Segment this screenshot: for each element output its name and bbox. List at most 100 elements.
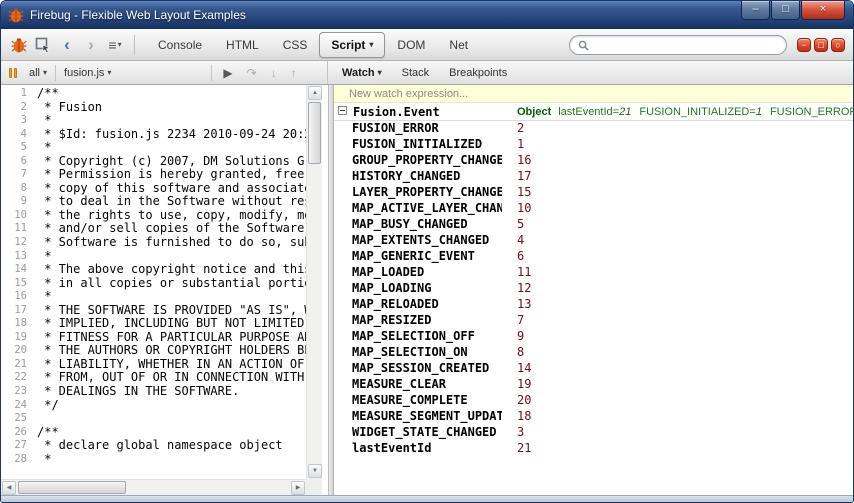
- line-number-gutter[interactable]: 19: [1, 331, 27, 345]
- window-minimize-button[interactable]: –: [741, 1, 770, 20]
- watch-member-row[interactable]: MAP_ACTIVE_LAYER_CHANGED 10: [334, 201, 853, 217]
- source-line: 22 * FROM, OUT OF OR IN CONNECTION WITH …: [1, 371, 306, 385]
- line-number-gutter[interactable]: 25: [1, 412, 27, 426]
- step-over-button[interactable]: ↷: [240, 66, 264, 80]
- watch-member-row[interactable]: MAP_BUSY_CHANGED 5: [334, 217, 853, 233]
- watch-member-row[interactable]: MAP_LOADING 12: [334, 281, 853, 297]
- watch-member-row[interactable]: MAP_SELECTION_ON 8: [334, 345, 853, 361]
- object-summary: ObjectlastEventId21FUSION_INITIALIZED1FU…: [517, 103, 853, 121]
- watch-member-row[interactable]: MEASURE_SEGMENT_UPDATE 18: [334, 409, 853, 425]
- line-number-gutter[interactable]: 20: [1, 344, 27, 358]
- watch-member-row[interactable]: MEASURE_CLEAR 19: [334, 377, 853, 393]
- watch-member-row[interactable]: MAP_SELECTION_OFF 9: [334, 329, 853, 345]
- watch-member-row[interactable]: MAP_RESIZED 7: [334, 313, 853, 329]
- step-into-button[interactable]: ↓: [264, 66, 284, 80]
- horizontal-scroll-thumb[interactable]: [18, 481, 126, 494]
- watch-member-row[interactable]: MEASURE_COMPLETE 20: [334, 393, 853, 409]
- line-number-gutter[interactable]: 16: [1, 290, 27, 304]
- line-number-gutter[interactable]: 9: [1, 195, 27, 209]
- line-number-gutter[interactable]: 27: [1, 439, 27, 453]
- line-number-gutter[interactable]: 3: [1, 114, 27, 128]
- line-number-gutter[interactable]: 17: [1, 304, 27, 318]
- member-value: 10: [517, 201, 532, 215]
- panel-tab[interactable]: DOM: [385, 32, 437, 58]
- pause-icon: [14, 67, 17, 78]
- panel-tab[interactable]: Net: [437, 32, 480, 58]
- vertical-scroll-thumb[interactable]: [308, 102, 321, 164]
- line-number-gutter[interactable]: 8: [1, 182, 27, 196]
- member-value: 11: [517, 265, 532, 279]
- break-on-next-button[interactable]: [9, 67, 17, 78]
- watch-member-row[interactable]: MAP_LOADED 11: [334, 265, 853, 281]
- side-tab[interactable]: Watch ▾: [342, 67, 382, 79]
- vertical-scrollbar[interactable]: ▲ ▼: [306, 85, 322, 479]
- line-number-gutter[interactable]: 7: [1, 168, 27, 182]
- line-number-gutter[interactable]: 15: [1, 277, 27, 291]
- line-number-gutter[interactable]: 1: [1, 87, 27, 101]
- watch-member-row[interactable]: MAP_SESSION_CREATED 14: [334, 361, 853, 377]
- script-file-dropdown[interactable]: fusion.js ▾: [60, 65, 115, 81]
- member-value: 7: [517, 313, 525, 327]
- line-number-gutter[interactable]: 13: [1, 250, 27, 264]
- collapse-icon[interactable]: [338, 106, 347, 115]
- watch-member-row[interactable]: MAP_RELOADED 13: [334, 297, 853, 313]
- line-number-gutter[interactable]: 11: [1, 222, 27, 236]
- new-watch-expression-field[interactable]: New watch expression...: [334, 85, 853, 103]
- watch-member-row[interactable]: WIDGET_STATE_CHANGED 3: [334, 425, 853, 441]
- window-maximize-button[interactable]: □: [771, 1, 800, 20]
- menu-icon: ≡: [108, 36, 117, 53]
- step-out-button[interactable]: ↑: [284, 66, 304, 80]
- side-tab[interactable]: Stack: [402, 67, 430, 79]
- panel-list-button[interactable]: ≡ ▾: [103, 33, 127, 57]
- line-number-gutter[interactable]: 12: [1, 236, 27, 250]
- watch-object-row[interactable]: Fusion.Event Object lastEventId21 FUSION_I…: [334, 103, 853, 121]
- scroll-right-button[interactable]: ▶: [291, 481, 305, 495]
- watch-member-row[interactable]: FUSION_ERROR 2: [334, 121, 853, 137]
- line-number-gutter[interactable]: 2: [1, 101, 27, 115]
- watch-member-row[interactable]: FUSION_INITIALIZED 1: [334, 137, 853, 153]
- line-number-gutter[interactable]: 10: [1, 209, 27, 223]
- watch-member-row[interactable]: lastEventId 21: [334, 441, 853, 457]
- watch-member-row[interactable]: HISTORY_CHANGED 17: [334, 169, 853, 185]
- line-number-gutter[interactable]: 4: [1, 128, 27, 142]
- line-number-gutter[interactable]: 14: [1, 263, 27, 277]
- line-number-gutter[interactable]: 21: [1, 358, 27, 372]
- watch-member-row[interactable]: LAYER_PROPERTY_CHANGED 15: [334, 185, 853, 201]
- watch-member-row[interactable]: MAP_EXTENTS_CHANGED 4: [334, 233, 853, 249]
- inspect-button[interactable]: [31, 33, 55, 57]
- continue-button[interactable]: ▶: [216, 66, 239, 80]
- watch-member-row[interactable]: MAP_GENERIC_EVENT 6: [334, 249, 853, 265]
- forward-button[interactable]: ›: [79, 33, 103, 57]
- line-number-gutter[interactable]: 28: [1, 453, 27, 467]
- line-number-gutter[interactable]: 5: [1, 141, 27, 155]
- panel-tab[interactable]: Script ▾: [319, 31, 386, 58]
- line-number-gutter[interactable]: 23: [1, 385, 27, 399]
- horizontal-scrollbar[interactable]: ◀ ▶: [1, 479, 306, 495]
- line-number-gutter[interactable]: 22: [1, 371, 27, 385]
- line-number-gutter[interactable]: 24: [1, 399, 27, 413]
- scroll-up-button[interactable]: ▲: [308, 86, 322, 100]
- source-line: 27 * declare global namespace object: [1, 439, 306, 453]
- window-title: Firebug - Flexible Web Layout Examples: [30, 8, 246, 22]
- scroll-down-button[interactable]: ▼: [308, 464, 322, 478]
- window-close-button[interactable]: ×: [801, 1, 845, 20]
- line-number-gutter[interactable]: 6: [1, 155, 27, 169]
- panel-tab[interactable]: CSS: [271, 32, 320, 58]
- panel-tab[interactable]: HTML: [214, 32, 271, 58]
- search-input[interactable]: [594, 39, 778, 51]
- back-button[interactable]: ‹: [55, 33, 79, 57]
- firebug-icon: [11, 37, 27, 52]
- watch-member-row[interactable]: GROUP_PROPERTY_CHANGED 16: [334, 153, 853, 169]
- side-tab[interactable]: Breakpoints: [449, 67, 507, 79]
- line-number-gutter[interactable]: 26: [1, 426, 27, 440]
- scroll-left-button[interactable]: ◀: [2, 481, 16, 495]
- firebug-menu-button[interactable]: [7, 33, 31, 57]
- firebug-close-button[interactable]: ○: [831, 38, 845, 52]
- panel-tab[interactable]: Console: [146, 32, 214, 58]
- line-number-gutter[interactable]: 18: [1, 317, 27, 331]
- firebug-minimize-button[interactable]: −: [797, 38, 811, 52]
- script-scope-dropdown[interactable]: all ▾: [25, 65, 51, 81]
- source-line: 12 * Software is furnished to do so, sub…: [1, 235, 306, 250]
- firebug-detach-button[interactable]: □: [814, 38, 828, 52]
- source-line-text: * and/or sell copies of the Software, an: [37, 221, 306, 236]
